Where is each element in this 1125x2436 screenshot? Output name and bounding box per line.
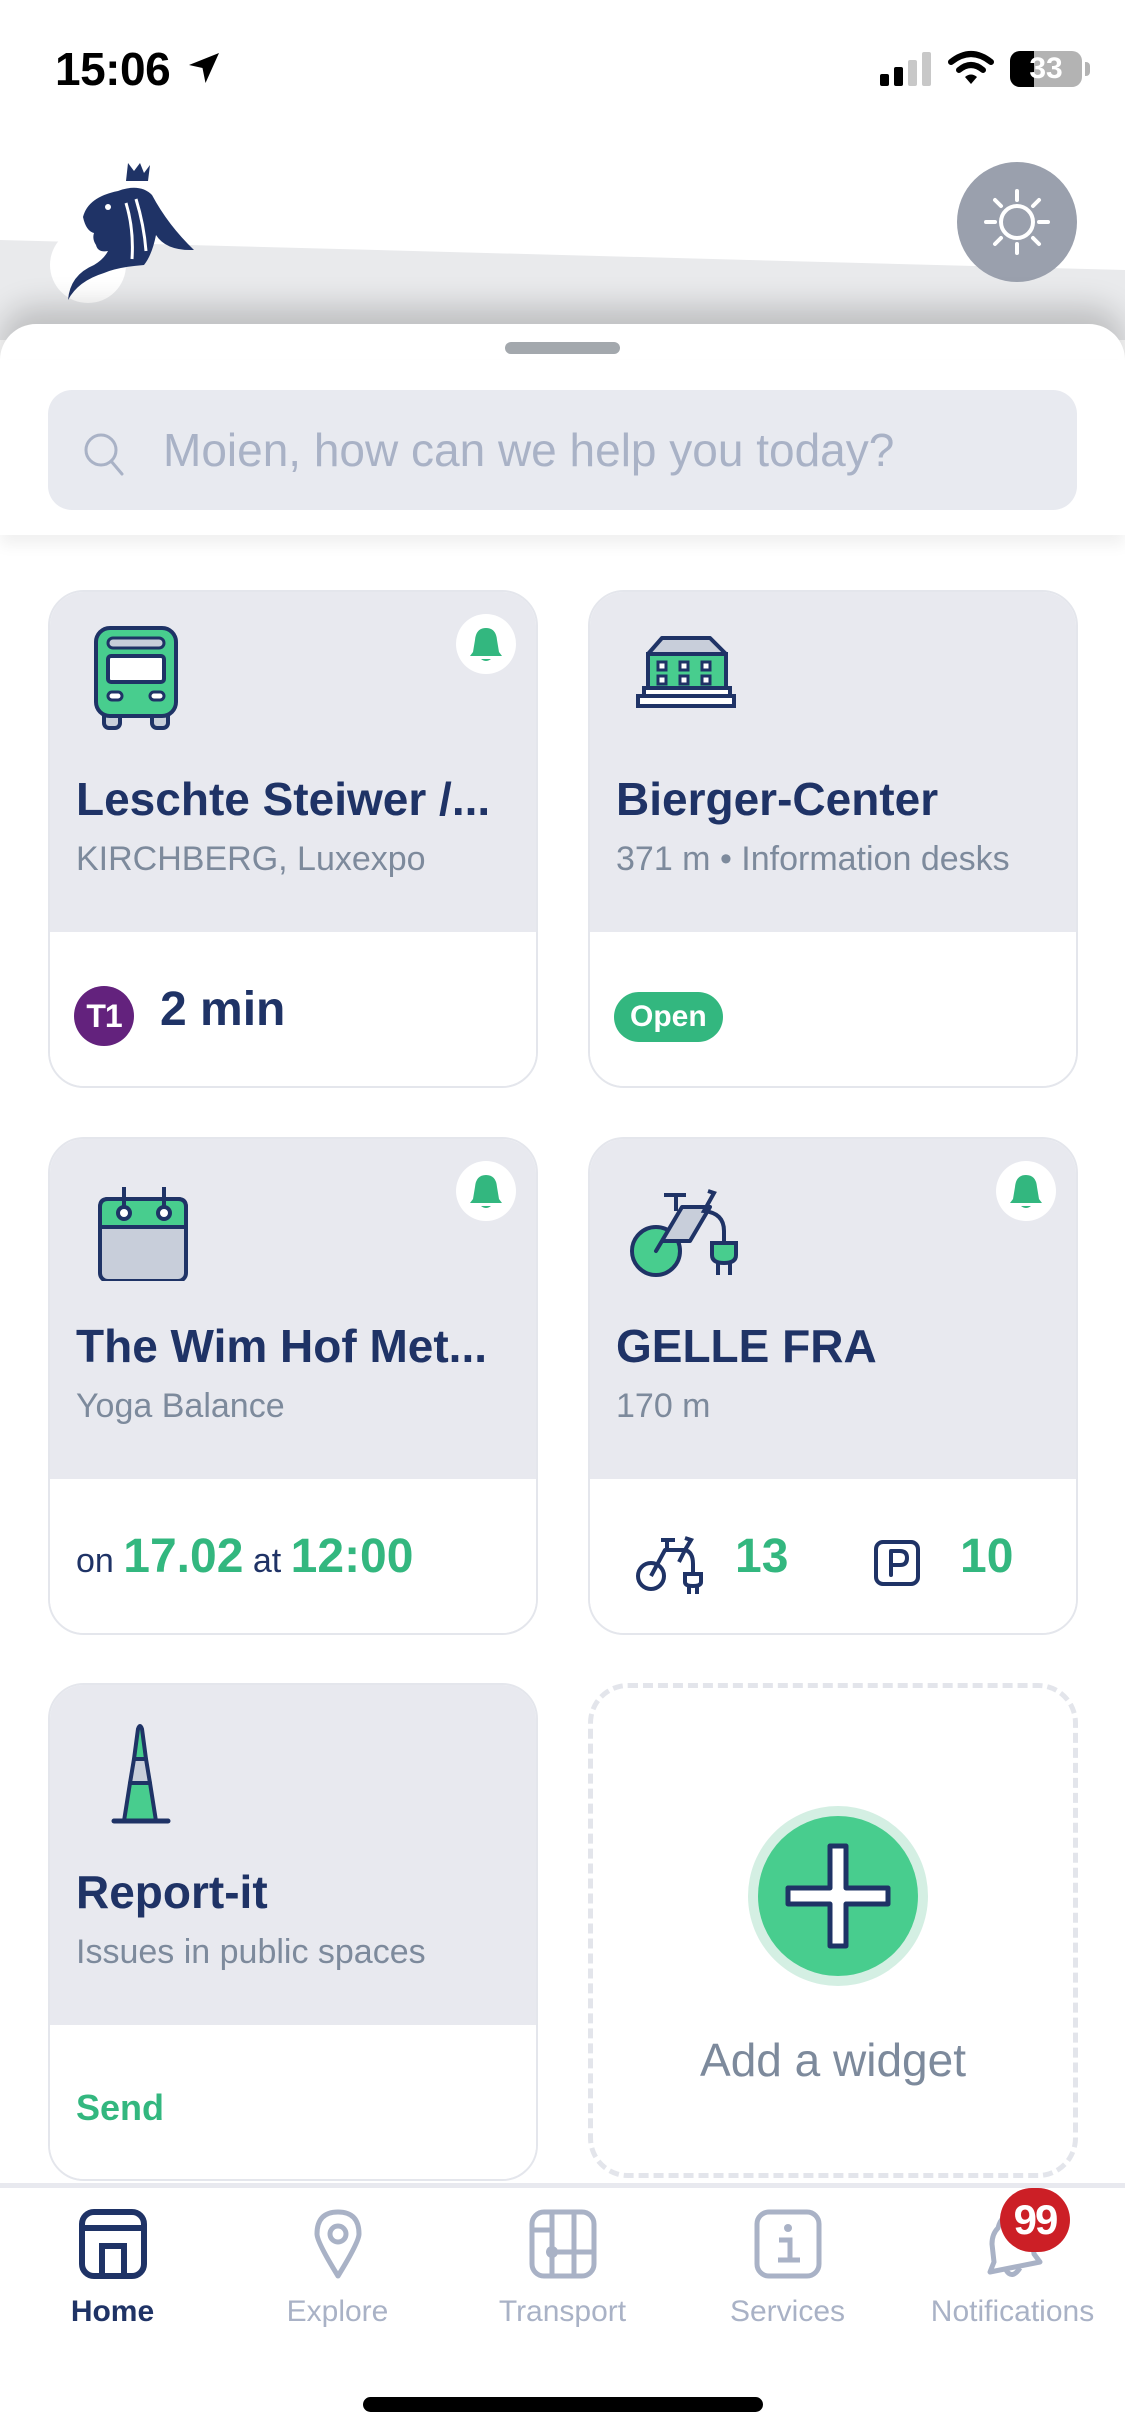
widget-footer: Send (50, 2025, 536, 2179)
map-pin-icon (314, 2209, 362, 2279)
alert-bell-button[interactable] (456, 1161, 516, 1221)
widget-transport-stop[interactable]: T1 2 min Leschte Steiwer /... KIRCHBERG,… (48, 590, 538, 1088)
event-date: 17.02 (123, 1530, 244, 1583)
widget-service-point[interactable]: Open Bierger-Center 371 m • Information … (588, 590, 1078, 1088)
bikes-available-count: 13 (735, 1530, 789, 1583)
building-icon (636, 636, 736, 708)
battery-indicator: 33 (1010, 51, 1082, 87)
sheet-drag-handle[interactable] (505, 342, 620, 354)
departure-eta: 2 min (160, 983, 286, 1036)
theme-toggle-button[interactable] (957, 162, 1077, 282)
tab-label: Services (729, 2295, 846, 2328)
tab-label: Transport (498, 2295, 627, 2328)
tab-transport[interactable]: Transport (450, 2203, 675, 2333)
status-time: 15:06 (55, 43, 171, 95)
location-arrow-icon (189, 53, 219, 83)
widget-title: Bierger-Center (616, 773, 939, 825)
sun-icon (984, 189, 1050, 255)
add-widget-circle-inner (758, 1816, 918, 1976)
event-datetime: on 17.02 at 12:00 (76, 1529, 413, 1584)
home-indicator (363, 2397, 763, 2412)
tab-label: Explore (286, 2295, 389, 2328)
add-widget-circle (748, 1806, 928, 1986)
tab-services[interactable]: Services (675, 2203, 900, 2333)
tab-label: Home (70, 2295, 155, 2328)
alert-bell-button[interactable] (996, 1161, 1056, 1221)
widget-footer: on 17.02 at 12:00 (50, 1479, 536, 1633)
bus-icon (94, 626, 178, 730)
plus-icon (785, 1843, 891, 1949)
wifi-icon (948, 51, 994, 84)
e-bike-icon (636, 1536, 703, 1594)
status-bar: 15:06 33 (0, 0, 1125, 140)
widget-report-it[interactable]: Send Report-it Issues in public spaces (48, 1683, 538, 2181)
tab-label: Notifications (930, 2295, 1095, 2328)
tram-line-badge: T1 (74, 986, 134, 1046)
event-time: 12:00 (290, 1530, 414, 1583)
tab-home[interactable]: Home (0, 2203, 225, 2333)
search-icon (84, 433, 124, 476)
widget-subtitle: 170 m (616, 1387, 711, 1425)
widget-subtitle: 371 m • Information desks (616, 840, 1010, 878)
widget-event[interactable]: on 17.02 at 12:00 The Wim Hof Met... Yog… (48, 1137, 538, 1635)
widget-title: Leschte Steiwer /... (76, 773, 491, 825)
event-at-label: at (252, 1542, 282, 1580)
open-status-badge: Open (614, 992, 723, 1042)
widget-title: GELLE FRA (616, 1320, 877, 1372)
parking-available-count: 10 (960, 1530, 1014, 1583)
send-report-link[interactable]: Send (76, 2087, 164, 2129)
widget-title: Report-it (76, 1866, 268, 1918)
battery-percent: 33 (1029, 52, 1063, 85)
e-bike-icon (630, 1189, 738, 1277)
search-input[interactable] (163, 390, 1063, 510)
widget-footer: Open (590, 932, 1076, 1086)
widget-subtitle: KIRCHBERG, Luxexpo (76, 840, 426, 878)
lion-crest-logo[interactable] (48, 155, 198, 305)
alert-bell-button[interactable] (456, 614, 516, 674)
tab-explore[interactable]: Explore (225, 2203, 450, 2333)
search-bar[interactable] (48, 390, 1077, 510)
transport-map-icon (529, 2209, 597, 2279)
widget-bike-station[interactable]: 13 10 GELLE FRA 170 m (588, 1137, 1078, 1635)
widget-footer: T1 2 min (50, 932, 536, 1086)
widget-subtitle: Yoga Balance (76, 1387, 285, 1425)
battery-tip (1085, 62, 1090, 76)
add-widget-button[interactable]: Add a widget (588, 1683, 1078, 2178)
info-icon (754, 2209, 822, 2279)
cellular-signal-icon (880, 52, 931, 86)
home-icon (79, 2209, 147, 2279)
add-widget-label: Add a widget (700, 2034, 966, 2086)
bell-icon (1010, 1175, 1042, 1208)
widget-subtitle: Issues in public spaces (76, 1933, 426, 1971)
parking-icon (874, 1540, 920, 1586)
bell-icon (470, 628, 502, 661)
calendar-icon (98, 1187, 188, 1281)
event-on-label: on (76, 1542, 114, 1580)
notifications-count-badge: 99 (1000, 2188, 1070, 2252)
widget-footer: 13 10 (590, 1479, 1076, 1633)
traffic-cone-icon (111, 1724, 171, 1824)
bell-icon (470, 1175, 502, 1208)
widget-title: The Wim Hof Met... (76, 1320, 488, 1372)
